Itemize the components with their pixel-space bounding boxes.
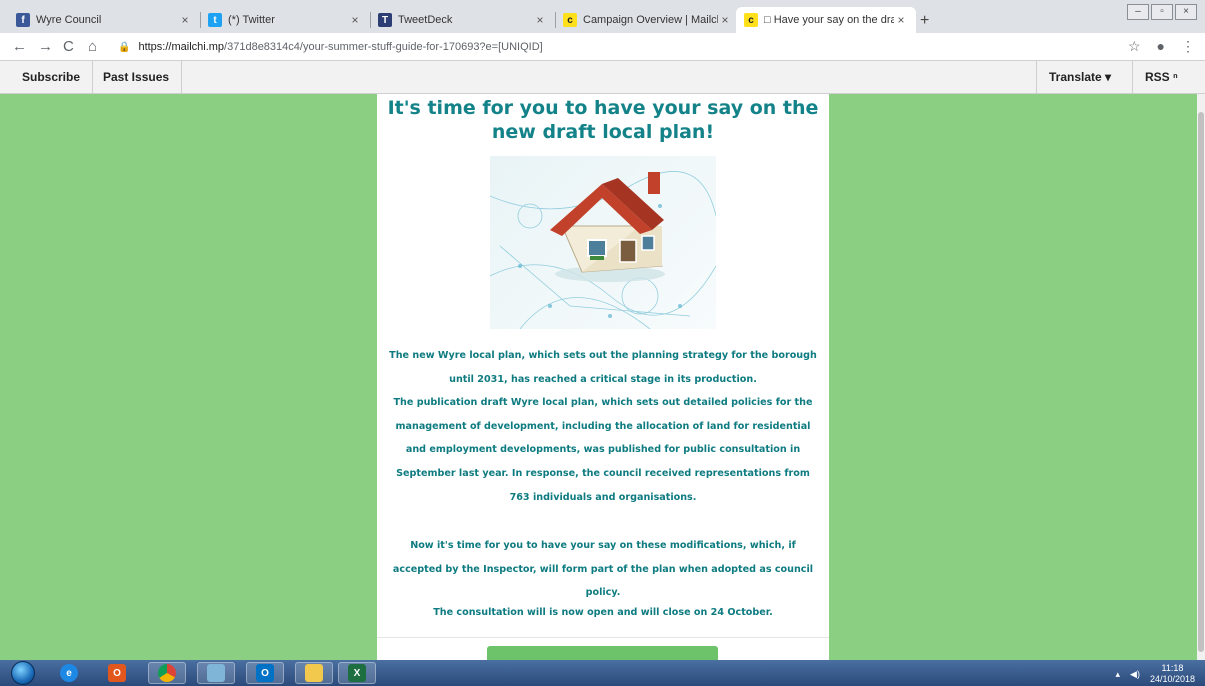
folder-icon[interactable]: [295, 662, 333, 684]
tab-title: TweetDeck: [398, 14, 453, 26]
tab-title: Wyre Council: [36, 14, 102, 26]
facebook-icon: f: [16, 13, 30, 27]
paragraph-intro: The new Wyre local plan, which sets out …: [389, 350, 817, 385]
tab-mailchimp-campaign[interactable]: c Campaign Overview | Mailchimp ×: [555, 7, 740, 33]
cta-button[interactable]: [487, 646, 718, 660]
new-tab-button[interactable]: +: [920, 12, 929, 30]
back-icon[interactable]: ←: [12, 38, 27, 55]
bookmark-star-icon[interactable]: ☆: [1128, 38, 1141, 55]
maximize-icon[interactable]: ▫: [1151, 4, 1173, 20]
url-path: /371d8e8314c4/your-summer-stuff-guide-fo…: [224, 41, 543, 53]
tab-title: Campaign Overview | Mailchimp: [583, 14, 718, 26]
address-bar[interactable]: 🔒 https://mailchi.mp /371d8e8314c4/your-…: [118, 36, 1118, 58]
paragraph-consultation-dates: The consultation will is now open and wi…: [433, 607, 773, 618]
subscribe-link[interactable]: Subscribe: [10, 61, 94, 94]
close-window-icon[interactable]: ×: [1175, 4, 1197, 20]
email-content: It's time for you to have your say on th…: [377, 94, 829, 660]
tab-title: (*) Twitter: [228, 14, 275, 26]
headline-line-2: new draft local plan!: [491, 121, 715, 143]
chrome-icon[interactable]: [148, 662, 186, 684]
office-icon[interactable]: O: [98, 662, 136, 684]
close-icon[interactable]: ×: [894, 13, 908, 27]
close-icon[interactable]: ×: [718, 13, 732, 27]
tab-wyre-council[interactable]: f Wyre Council ×: [8, 7, 201, 33]
internet-explorer-icon[interactable]: e: [50, 662, 88, 684]
email-page: It's time for you to have your say on th…: [0, 94, 1197, 660]
tab-tweetdeck[interactable]: T TweetDeck ×: [370, 7, 556, 33]
headline: It's time for you to have your say on th…: [377, 96, 829, 144]
minimize-icon[interactable]: –: [1127, 4, 1149, 20]
outlook-icon[interactable]: O: [246, 662, 284, 684]
translate-dropdown[interactable]: Translate ▾: [1036, 61, 1123, 94]
past-issues-link[interactable]: Past Issues: [91, 61, 183, 94]
clock[interactable]: 11:18 24/10/2018: [1150, 663, 1195, 685]
close-icon[interactable]: ×: [178, 13, 192, 27]
mailchimp-icon: c: [563, 13, 577, 27]
mailchimp-icon: c: [744, 13, 758, 27]
account-icon[interactable]: ●: [1157, 38, 1165, 55]
window-controls: – ▫ ×: [1127, 4, 1197, 20]
start-button[interactable]: [8, 660, 38, 686]
rss-link[interactable]: RSS ⁿ: [1132, 61, 1190, 94]
show-hidden-icons-icon[interactable]: ▴: [1116, 669, 1121, 680]
twitter-icon: t: [208, 13, 222, 27]
clock-time: 11:18: [1161, 663, 1184, 673]
tab-title: □ Have your say on the draft loca: [764, 14, 894, 26]
system-tray: ▴ ◀) 11:18 24/10/2018: [1116, 663, 1196, 685]
clock-date: 24/10/2018: [1149, 674, 1195, 684]
divider: [377, 637, 829, 638]
browser-toolbar: ← → C ⌂ 🔒 https://mailchi.mp /371d8e8314…: [0, 33, 1205, 61]
forward-icon[interactable]: →: [38, 38, 53, 55]
url-domain: https://mailchi.mp: [138, 41, 225, 53]
paragraph-have-your-say: Now it's time for you to have your say o…: [392, 540, 814, 599]
reload-icon[interactable]: C: [63, 38, 74, 55]
tweetdeck-icon: T: [378, 13, 392, 27]
tab-twitter[interactable]: t (*) Twitter ×: [200, 7, 371, 33]
home-icon[interactable]: ⌂: [88, 38, 97, 55]
volume-icon[interactable]: ◀): [1130, 669, 1140, 680]
close-icon[interactable]: ×: [533, 13, 547, 27]
archive-header-bar: Subscribe Past Issues Translate ▾ RSS ⁿ: [0, 61, 1205, 94]
house-image: [490, 156, 716, 329]
tab-draft-local-plan[interactable]: c □ Have your say on the draft loca ×: [736, 7, 916, 33]
excel-icon[interactable]: X: [338, 662, 376, 684]
paragraph-publication: The publication draft Wyre local plan, w…: [393, 397, 813, 503]
lock-icon: 🔒: [118, 41, 131, 53]
windows-logo-icon: [11, 661, 35, 685]
menu-icon[interactable]: ⋮: [1181, 38, 1195, 55]
tab-strip: f Wyre Council × t (*) Twitter × T Tweet…: [0, 0, 1205, 33]
file-icon[interactable]: [197, 662, 235, 684]
page-scrollbar[interactable]: [1197, 94, 1205, 660]
windows-taskbar: e O O X ▴ ◀) 11:18 24/10/2018: [0, 660, 1205, 686]
close-icon[interactable]: ×: [348, 13, 362, 27]
headline-line-1: It's time for you to have your say on th…: [387, 97, 819, 119]
